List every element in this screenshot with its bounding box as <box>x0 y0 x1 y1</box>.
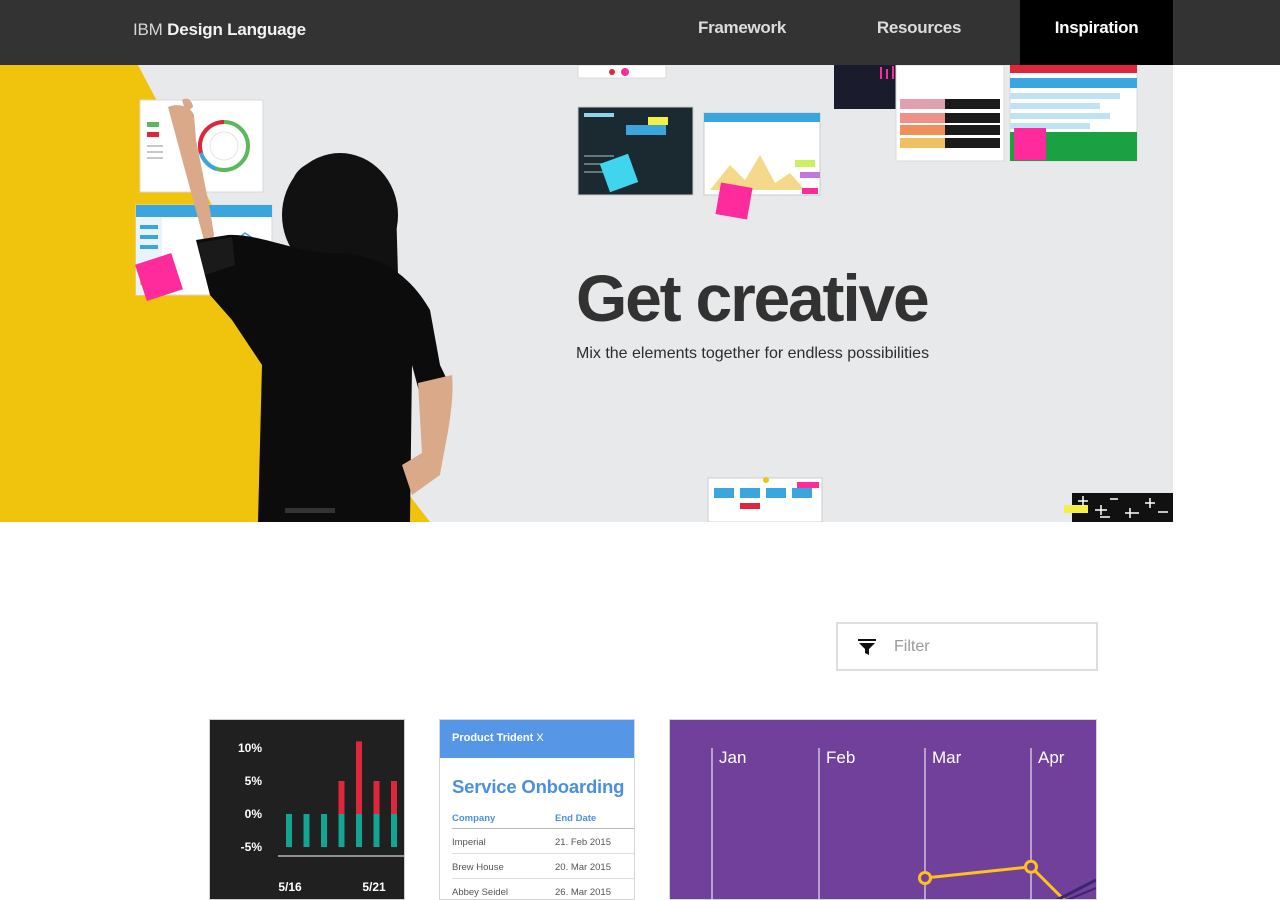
y-tick-label: 0% <box>245 807 263 821</box>
wall-collage-bottom <box>707 477 1173 522</box>
filter-funnel-icon <box>858 639 876 655</box>
hero-subtitle: Mix the elements together for endless po… <box>576 345 930 362</box>
column-header-end-date: End Date <box>555 813 597 824</box>
bar-negative <box>338 814 345 847</box>
wall-collage-top <box>577 65 1138 220</box>
data-point <box>918 871 932 885</box>
bar-positive <box>373 781 380 814</box>
data-point <box>1024 859 1038 874</box>
card-product-header: Product Trident X <box>440 720 634 758</box>
table-row: Imperial 21. Feb 2015 <box>452 829 634 854</box>
cell-company: Abbey Seidel <box>452 887 508 898</box>
x-tick-label: 5/16 <box>278 880 302 894</box>
table-row: Brew House 20. Mar 2015 <box>452 854 634 879</box>
bar-positive <box>391 781 397 814</box>
y-tick-label: -5% <box>241 840 263 854</box>
bar-negative <box>321 814 327 847</box>
cell-company: Brew House <box>452 862 504 873</box>
bar-positive <box>356 741 362 814</box>
card-service-onboarding[interactable]: Product Trident X Service Onboarding Com… <box>439 719 635 900</box>
nav-resources[interactable]: Resources <box>866 0 972 65</box>
top-navigation-bar: IBM Design Language Framework Resources … <box>0 0 1280 65</box>
month-label: Apr <box>1038 748 1065 767</box>
brand-prefix: IBM <box>133 20 163 39</box>
cell-end-date: 26. Mar 2015 <box>555 887 611 898</box>
bar-chart: 10% 5% 0% -5% 5/16 5/21 <box>238 741 404 894</box>
product-name: Product Trident <box>452 732 534 744</box>
hero-right-margin <box>1173 65 1280 522</box>
hero-banner: Get creative Mix the elements together f… <box>0 65 1173 522</box>
hero-title: Get creative <box>576 261 930 335</box>
bar-negative <box>303 814 310 847</box>
card-line-chart[interactable]: Jan Feb Mar Apr <box>669 719 1097 900</box>
series-line <box>924 865 1032 880</box>
bar-negative <box>286 814 292 847</box>
line-chart: Jan Feb Mar Apr <box>711 748 1096 899</box>
cell-end-date: 20. Mar 2015 <box>555 862 611 873</box>
month-label: Jan <box>719 748 746 767</box>
card-title: Service Onboarding <box>452 776 625 797</box>
bar-negative <box>391 814 397 847</box>
cell-end-date: 21. Feb 2015 <box>555 837 611 848</box>
bar-negative <box>373 814 380 847</box>
column-header-company: Company <box>452 813 496 824</box>
month-label: Mar <box>932 748 962 767</box>
cell-company: Imperial <box>452 837 486 848</box>
x-tick-label: 5/21 <box>362 880 386 894</box>
brand-logo[interactable]: IBM Design Language <box>133 20 306 40</box>
bar-negative <box>356 814 362 847</box>
nav-framework[interactable]: Framework <box>688 0 796 65</box>
card-bar-chart[interactable]: 10% 5% 0% -5% 5/16 5/21 <box>209 719 405 900</box>
table-header-row: Company End Date <box>452 812 634 829</box>
table-row: Abbey Seidel 26. Mar 2015 <box>452 879 634 899</box>
month-label: Feb <box>826 748 855 767</box>
filter-field[interactable] <box>836 622 1098 671</box>
filter-input[interactable] <box>894 636 1084 658</box>
product-suffix: X <box>536 732 544 744</box>
y-tick-label: 10% <box>238 741 262 755</box>
nav-inspiration[interactable]: Inspiration <box>1020 0 1173 65</box>
brand-name: Design Language <box>167 20 306 39</box>
bar-positive <box>338 781 345 814</box>
y-tick-label: 5% <box>245 774 263 788</box>
